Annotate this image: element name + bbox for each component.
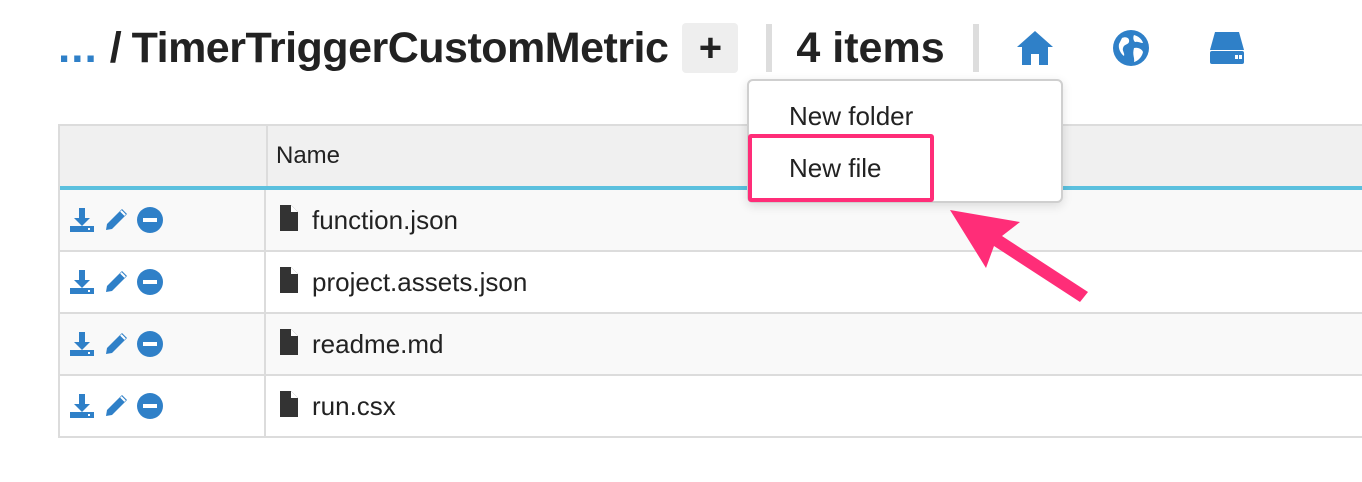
- file-name-cell: run.csx: [266, 390, 396, 423]
- file-table: Name function.json project.assets.json r…: [58, 124, 1362, 438]
- file-name-cell: project.assets.json: [266, 266, 527, 299]
- row-actions: [60, 190, 266, 250]
- table-header: Name: [60, 124, 1362, 190]
- download-icon[interactable]: [68, 392, 96, 420]
- globe-icon[interactable]: [1109, 26, 1153, 70]
- highlight-annotation: [748, 134, 934, 202]
- file-icon: [278, 328, 300, 361]
- current-folder-title: TimerTriggerCustomMetric: [131, 23, 669, 72]
- file-name-link[interactable]: project.assets.json: [312, 267, 527, 298]
- file-name-cell: readme.md: [266, 328, 444, 361]
- row-actions: [60, 314, 266, 374]
- table-row: run.csx: [60, 376, 1362, 438]
- actions-column-header: [60, 126, 268, 186]
- download-icon[interactable]: [68, 206, 96, 234]
- divider: [972, 24, 979, 72]
- download-icon[interactable]: [68, 330, 96, 358]
- file-icon: [278, 266, 300, 299]
- file-name-link[interactable]: readme.md: [312, 329, 444, 360]
- delete-icon[interactable]: [136, 268, 164, 296]
- file-icon: [278, 390, 300, 423]
- table-row: project.assets.json: [60, 252, 1362, 314]
- table-row: readme.md: [60, 314, 1362, 376]
- name-column-header[interactable]: Name: [268, 142, 340, 170]
- edit-icon[interactable]: [102, 268, 130, 296]
- download-icon[interactable]: [68, 268, 96, 296]
- file-name-link[interactable]: run.csx: [312, 391, 396, 422]
- divider: [766, 24, 773, 72]
- menu-item-new-folder[interactable]: New folder: [789, 101, 913, 132]
- edit-icon[interactable]: [102, 392, 130, 420]
- home-icon[interactable]: [1013, 26, 1057, 70]
- drive-icon[interactable]: [1205, 26, 1249, 70]
- delete-icon[interactable]: [136, 392, 164, 420]
- add-new-button[interactable]: +: [682, 23, 739, 73]
- delete-icon[interactable]: [136, 206, 164, 234]
- row-actions: [60, 252, 266, 312]
- edit-icon[interactable]: [102, 206, 130, 234]
- edit-icon[interactable]: [102, 330, 130, 358]
- delete-icon[interactable]: [136, 330, 164, 358]
- annotation-arrow-icon: [950, 210, 1088, 302]
- table-row: function.json: [60, 190, 1362, 252]
- file-name-link[interactable]: function.json: [312, 205, 458, 236]
- header-bar: ... / TimerTriggerCustomMetric + 4 items: [58, 18, 1249, 78]
- items-count: 4 items: [796, 23, 945, 72]
- file-browser-page: ... / TimerTriggerCustomMetric + 4 items: [0, 0, 1362, 482]
- file-name-cell: function.json: [266, 204, 458, 237]
- row-actions: [60, 376, 266, 436]
- file-icon: [278, 204, 300, 237]
- breadcrumb-parent-link[interactable]: ...: [58, 18, 98, 78]
- breadcrumb-separator: /: [109, 23, 122, 72]
